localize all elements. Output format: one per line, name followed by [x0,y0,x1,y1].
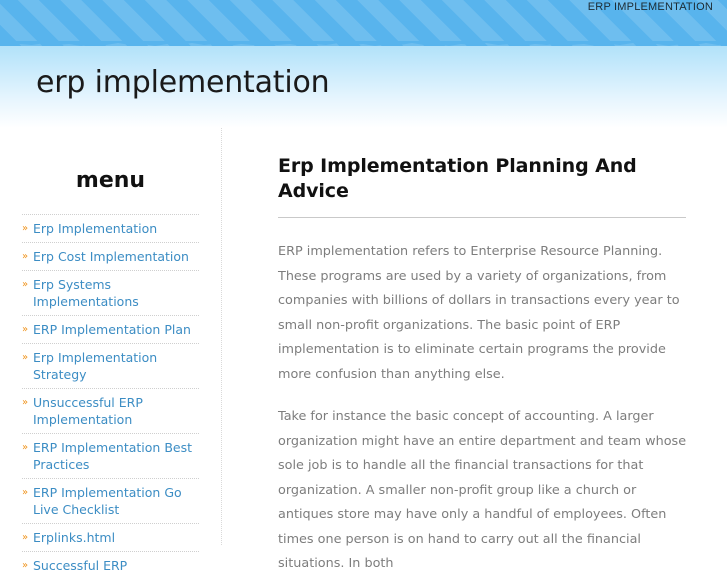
list-item: » Successful ERP [22,551,199,579]
list-item: » Erplinks.html [22,523,199,551]
list-item: » ERP Implementation Best Practices [22,433,199,478]
chevron-right-icon: » [22,532,29,543]
sidebar-menu-list: » Erp Implementation » Erp Cost Implemen… [0,214,221,579]
sidebar-item-erp-systems-implementations[interactable]: » Erp Systems Implementations [22,271,199,315]
chevron-right-icon: » [22,279,29,290]
sidebar-item-unsuccessful-erp-implementation[interactable]: » Unsuccessful ERP Implementation [22,389,199,433]
list-item: » Erp Cost Implementation [22,242,199,270]
list-item: » Erp Systems Implementations [22,270,199,315]
content-paragraph-1: ERP implementation refers to Enterprise … [278,244,680,382]
column-divider [221,128,223,545]
content-paragraph-2: Take for instance the basic concept of a… [278,409,687,571]
sidebar-item-label: ERP Implementation Go Live Checklist [33,485,182,517]
list-item: » Erp Implementation Strategy [22,343,199,388]
sidebar-item-erp-implementation[interactable]: » Erp Implementation [22,215,199,242]
chevron-right-icon: » [22,560,29,571]
sidebar-item-erplinks[interactable]: » Erplinks.html [22,524,199,551]
sidebar-item-label: Erp Implementation [33,221,158,236]
list-item: » Erp Implementation [22,214,199,242]
topbar-nav-link[interactable]: ERP IMPLEMENTATION [588,1,713,13]
sidebar-item-label: Unsuccessful ERP Implementation [33,395,143,427]
chevron-right-icon: » [22,397,29,408]
chevron-right-icon: » [22,223,29,234]
top-striped-band: ERP IMPLEMENTATION [0,0,727,46]
sidebar-item-label: ERP Implementation Plan [33,322,191,337]
sidebar: menu » Erp Implementation » Erp Cost Imp… [0,128,221,573]
chevron-right-icon: » [22,251,29,262]
sidebar-item-label: Successful ERP [33,558,128,573]
sidebar-item-erp-implementation-plan[interactable]: » ERP Implementation Plan [22,316,199,343]
sidebar-item-erp-cost-implementation[interactable]: » Erp Cost Implementation [22,243,199,270]
sidebar-item-erp-implementation-go-live-checklist[interactable]: » ERP Implementation Go Live Checklist [22,479,199,523]
chevron-right-icon: » [22,487,29,498]
sidebar-item-erp-implementation-best-practices[interactable]: » ERP Implementation Best Practices [22,434,199,478]
page-body: menu » Erp Implementation » Erp Cost Imp… [0,128,727,573]
list-item: » ERP Implementation Go Live Checklist [22,478,199,523]
masthead: erp implementation [0,46,727,128]
sidebar-item-erp-implementation-strategy[interactable]: » Erp Implementation Strategy [22,344,199,388]
chevron-right-icon: » [22,442,29,453]
chevron-right-icon: » [22,324,29,335]
sidebar-item-label: Erplinks.html [33,530,116,545]
site-title: erp implementation [36,65,330,100]
menu-heading: menu [75,168,146,193]
sidebar-item-label: ERP Implementation Best Practices [33,440,193,472]
list-item: » Unsuccessful ERP Implementation [22,388,199,433]
sidebar-item-label: Erp Implementation Strategy [33,350,158,382]
sidebar-item-label: Erp Cost Implementation [33,249,189,264]
page-title: Erp Implementation Planning And Advice [278,155,637,202]
chevron-right-icon: » [22,352,29,363]
sidebar-item-successful-erp[interactable]: » Successful ERP [22,552,199,579]
main-content: Erp Implementation Planning And Advice E… [278,128,688,577]
sidebar-item-label: Erp Systems Implementations [33,277,139,309]
list-item: » ERP Implementation Plan [22,315,199,343]
